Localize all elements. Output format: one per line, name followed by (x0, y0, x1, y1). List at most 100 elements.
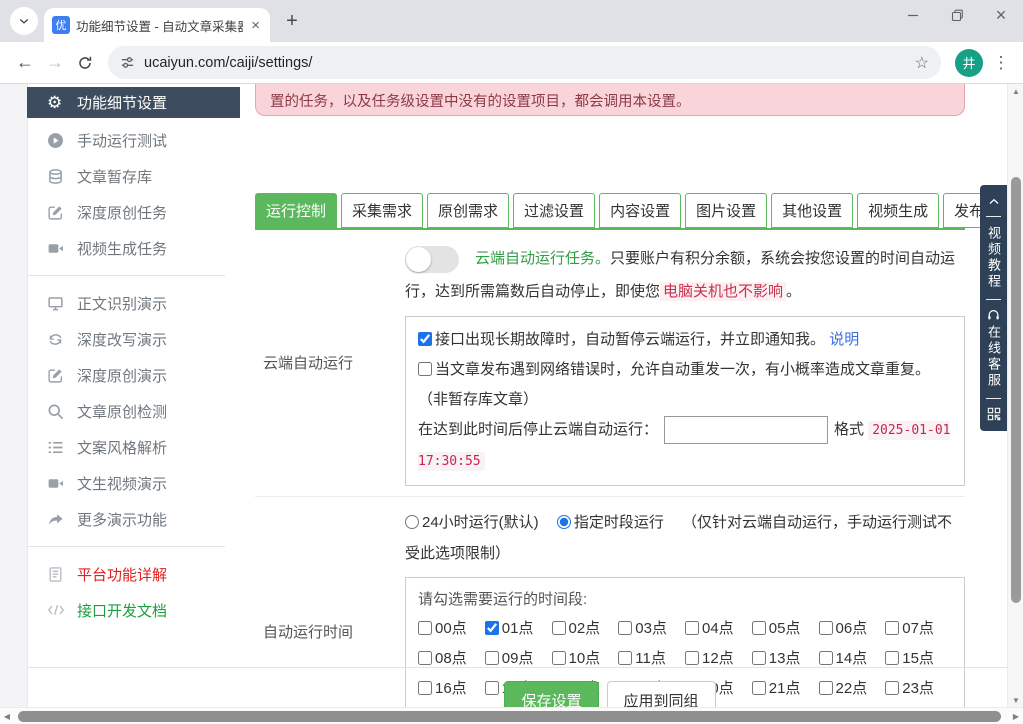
sidebar-item[interactable]: 文生视频演示 (27, 465, 240, 501)
hour-checkbox-input[interactable] (685, 621, 699, 635)
settings-tab[interactable]: 视频生成 (857, 193, 939, 228)
hour-checkbox[interactable]: 02点 (552, 616, 619, 642)
hour-checkbox[interactable]: 11点 (618, 646, 685, 672)
sidebar-item-label: 文案风格解析 (77, 437, 167, 458)
settings-tab[interactable]: 运行控制 (255, 193, 337, 228)
collapse-panel-button[interactable] (987, 192, 1001, 211)
hour-checkbox-input[interactable] (885, 621, 899, 635)
hour-checkbox[interactable]: 15点 (885, 646, 952, 672)
sidebar-item[interactable]: 文章暂存库 (27, 158, 240, 194)
sidebar-item[interactable]: 更多演示功能 (27, 501, 240, 537)
settings-tab[interactable]: 采集需求 (341, 193, 423, 228)
pause-on-failure-input[interactable] (418, 332, 432, 346)
browser-toolbar: ← → ucaiyun.com/caiji/settings/ ☆ 井 ⋮ (0, 42, 1023, 84)
hour-checkbox[interactable]: 13点 (752, 646, 819, 672)
auto-resend-checkbox[interactable]: 当文章发布遇到网络错误时，允许自动重发一次，有小概率造成文章重复。 （非暂存库文… (418, 361, 930, 408)
hour-checkbox-input[interactable] (752, 621, 766, 635)
sidebar-item-label: 深度原创任务 (77, 202, 167, 223)
hour-checkbox[interactable]: 04点 (685, 616, 752, 642)
hour-checkbox[interactable]: 05点 (752, 616, 819, 642)
profile-avatar[interactable]: 井 (955, 49, 983, 77)
hour-checkbox-input[interactable] (885, 651, 899, 665)
tab-close-icon[interactable]: × (249, 17, 262, 34)
back-button[interactable]: ← (10, 48, 40, 78)
sidebar-item[interactable]: 深度原创任务 (27, 194, 240, 230)
hour-checkbox[interactable]: 06点 (819, 616, 886, 642)
hour-checkbox[interactable]: 01点 (485, 616, 552, 642)
hour-checkbox-input[interactable] (819, 651, 833, 665)
settings-tab[interactable]: 图片设置 (685, 193, 767, 228)
online-service-link[interactable]: 在线客服 (984, 325, 1003, 393)
settings-tab[interactable]: 原创需求 (427, 193, 509, 228)
sidebar-item[interactable]: 深度改写演示 (27, 321, 240, 357)
settings-tab[interactable]: 过滤设置 (513, 193, 595, 228)
bookmark-star-icon[interactable]: ☆ (915, 53, 929, 73)
settings-tab[interactable]: 其他设置 (771, 193, 853, 228)
sidebar-item[interactable]: 接口开发文档 (27, 592, 240, 628)
sidebar-item[interactable]: 平台功能详解 (27, 556, 240, 592)
horizontal-scrollbar[interactable]: ◀ ▶ (0, 707, 1023, 724)
sidebar-item[interactable]: 深度原创演示 (27, 357, 240, 393)
hour-checkbox-input[interactable] (485, 621, 499, 635)
hour-label: 03点 (635, 620, 667, 637)
new-tab-button[interactable]: + (278, 7, 306, 35)
sidebar-item[interactable]: 文案风格解析 (27, 429, 240, 465)
hour-checkbox-input[interactable] (618, 651, 632, 665)
hour-checkbox-input[interactable] (552, 621, 566, 635)
video-tutorial-link[interactable]: 视频教程 (984, 222, 1003, 294)
hour-checkbox-input[interactable] (418, 651, 432, 665)
qr-code-icon[interactable] (987, 404, 1001, 424)
sidebar-item[interactable]: 正文识别演示 (27, 285, 240, 321)
sidebar-item[interactable]: 文章原创检测 (27, 393, 240, 429)
tab-search-button[interactable] (10, 7, 38, 35)
hour-checkbox[interactable]: 03点 (618, 616, 685, 642)
headset-icon[interactable] (986, 305, 1001, 325)
run-24h-input[interactable] (405, 515, 419, 529)
hour-checkbox[interactable]: 10点 (552, 646, 619, 672)
sidebar-item[interactable]: 视频生成任务 (27, 230, 240, 266)
hour-checkbox[interactable]: 00点 (418, 616, 485, 642)
maximize-button[interactable] (935, 0, 979, 30)
minimize-button[interactable] (891, 0, 935, 30)
reload-button[interactable] (70, 48, 100, 78)
cloud-run-toggle[interactable] (405, 246, 459, 273)
forward-button[interactable]: → (40, 48, 70, 78)
url-bar[interactable]: ucaiyun.com/caiji/settings/ ☆ (108, 46, 941, 79)
explain-link[interactable]: 说明 (829, 331, 859, 348)
hour-checkbox-input[interactable] (418, 621, 432, 635)
hour-label: 10点 (569, 650, 601, 667)
hour-checkbox[interactable]: 09点 (485, 646, 552, 672)
hour-checkbox-input[interactable] (752, 651, 766, 665)
stop-time-input[interactable] (664, 416, 828, 444)
row-label: 云端自动运行 (255, 238, 405, 486)
scroll-up-arrow[interactable]: ▲ (1008, 84, 1023, 98)
hour-checkbox-input[interactable] (552, 651, 566, 665)
run-period-input[interactable] (557, 515, 571, 529)
browser-menu-icon[interactable]: ⋮ (989, 53, 1013, 73)
settings-tab[interactable]: 内容设置 (599, 193, 681, 228)
hour-checkbox-input[interactable] (819, 621, 833, 635)
pause-on-failure-checkbox[interactable]: 接口出现长期故障时，自动暂停云端运行，并立即通知我。 (418, 331, 825, 348)
sidebar-item[interactable]: ⚙功能细节设置 (27, 87, 240, 118)
horizontal-scroll-thumb[interactable] (18, 711, 1001, 722)
scroll-down-arrow[interactable]: ▼ (1008, 693, 1023, 707)
cloud-run-row: 云端自动运行 云端自动运行任务。只要账户有积分余额，系统会按您设置的时间自动运行… (255, 230, 965, 497)
sidebar-item[interactable]: 手动运行测试 (27, 122, 240, 158)
hour-checkbox[interactable]: 12点 (685, 646, 752, 672)
hour-checkbox[interactable]: 08点 (418, 646, 485, 672)
scroll-right-arrow[interactable]: ▶ (1009, 708, 1023, 724)
hour-checkbox-input[interactable] (485, 651, 499, 665)
hour-checkbox-input[interactable] (618, 621, 632, 635)
scroll-left-arrow[interactable]: ◀ (0, 708, 14, 724)
run-period-radio[interactable]: 指定时段运行 (557, 514, 664, 531)
search-icon (47, 403, 71, 420)
browser-tab[interactable]: 优 功能细节设置 - 自动文章采集器 × (44, 8, 270, 42)
vertical-scrollbar[interactable]: ▲ ▼ (1007, 84, 1023, 707)
hour-checkbox-input[interactable] (685, 651, 699, 665)
hour-checkbox[interactable]: 07点 (885, 616, 952, 642)
hour-checkbox[interactable]: 14点 (819, 646, 886, 672)
run-24h-radio[interactable]: 24小时运行(默认) (405, 514, 539, 531)
auto-resend-input[interactable] (418, 362, 432, 376)
vertical-scroll-thumb[interactable] (1011, 177, 1021, 603)
close-button[interactable]: × (979, 0, 1023, 30)
